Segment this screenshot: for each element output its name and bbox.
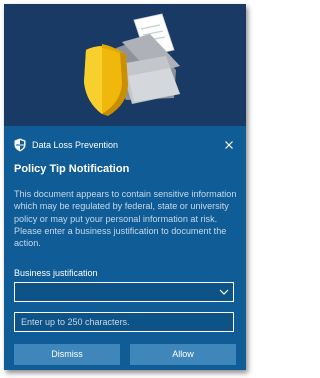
justification-comment-field[interactable] [14, 312, 234, 332]
notification-header: Data Loss Prevention [14, 138, 236, 154]
chevron-down-icon [219, 289, 229, 295]
shield-icon [14, 138, 26, 152]
notification-title: Policy Tip Notification [14, 163, 130, 175]
shield-folder-illustration [84, 13, 180, 116]
hero-illustration [4, 4, 246, 126]
notification-message: This document appears to contain sensiti… [14, 189, 237, 249]
app-name: Data Loss Prevention [32, 140, 119, 150]
close-icon[interactable] [222, 138, 236, 152]
close-button[interactable] [222, 138, 236, 152]
business-justification-dropdown[interactable] [14, 282, 234, 302]
allow-button[interactable]: Allow [130, 344, 236, 365]
policy-tip-window: Data Loss Prevention Policy Tip Notifica… [4, 4, 246, 370]
dismiss-button[interactable]: Dismiss [14, 344, 120, 365]
justification-comment-input[interactable] [15, 313, 231, 331]
business-justification-label: Business justification [14, 268, 98, 278]
shield-icon [84, 44, 128, 116]
policy-tip-panel: Data Loss Prevention Policy Tip Notifica… [4, 126, 246, 370]
